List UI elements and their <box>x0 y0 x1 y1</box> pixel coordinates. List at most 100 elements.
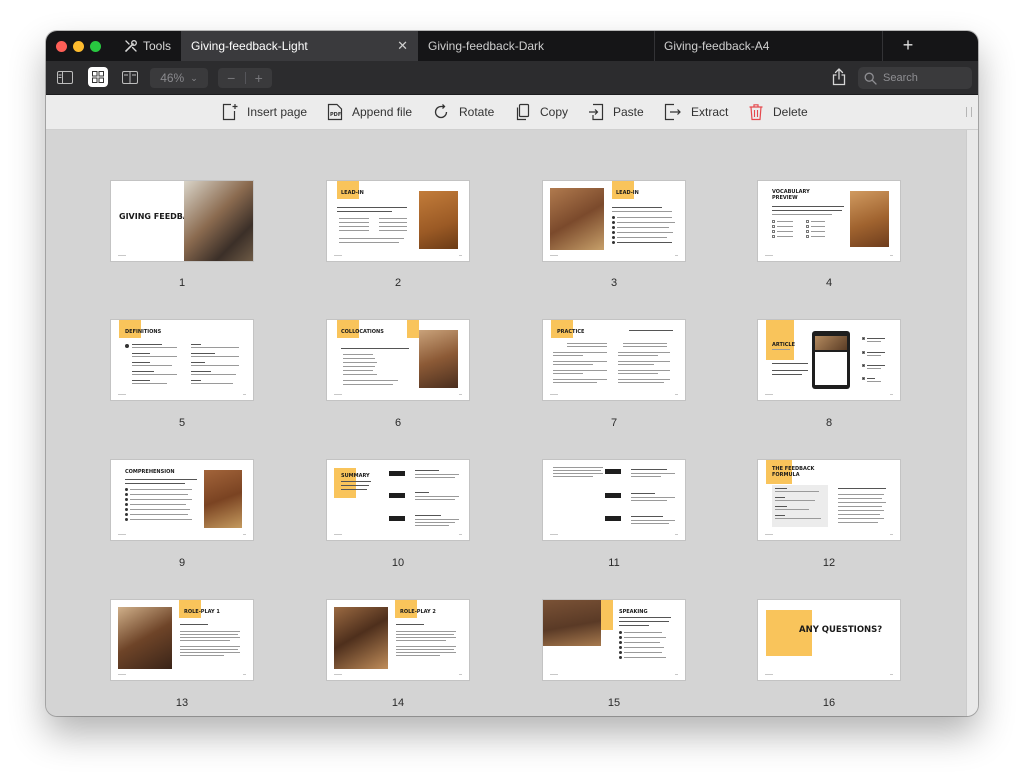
paste-button[interactable]: Paste <box>588 95 644 129</box>
zoom-out-button[interactable]: − <box>218 70 245 86</box>
slide-title: PRACTICE <box>557 329 585 335</box>
slide-title: LEAD-IN <box>341 190 364 196</box>
insert-page-icon <box>222 103 238 121</box>
page-number: 5 <box>178 417 186 429</box>
page-thumbnail[interactable]: THE FEEDBACK FORMULA <box>758 460 900 540</box>
search-input[interactable]: Search <box>858 67 972 89</box>
grid-view-icon[interactable] <box>88 67 108 87</box>
slide-photo <box>334 607 388 669</box>
extract-label: Extract <box>691 105 729 119</box>
page-number: 6 <box>394 417 402 429</box>
slide-photo <box>118 607 172 669</box>
zoom-select[interactable]: 46% ⌄ <box>150 68 208 88</box>
slide-title: ROLE-PLAY 2 <box>400 609 436 615</box>
slide-title: SUMMARY <box>341 473 370 479</box>
rotate-label: Rotate <box>459 105 495 119</box>
page-number: 1 <box>178 277 186 289</box>
rotate-button[interactable]: Rotate <box>432 95 494 129</box>
append-file-button[interactable]: PDF Append file <box>327 95 412 129</box>
page-thumbnail[interactable]: ROLE-PLAY 2 <box>327 600 469 680</box>
delete-button[interactable]: Delete <box>748 95 808 129</box>
copy-label: Copy <box>540 105 569 119</box>
slide-title: THE FEEDBACK FORMULA <box>772 466 815 478</box>
insert-page-button[interactable]: Insert page <box>222 95 307 129</box>
page-thumbnail[interactable]: ARTICLE <box>758 320 900 400</box>
svg-text:PDF: PDF <box>330 112 341 118</box>
append-pdf-icon: PDF <box>327 103 343 121</box>
tab-giving-feedback-light[interactable]: Giving-feedback-Light ✕ <box>181 31 418 61</box>
slide-title: LEAD-IN <box>616 190 639 196</box>
page-thumbnail[interactable] <box>543 460 685 540</box>
tools-label: Tools <box>143 39 172 53</box>
copy-icon <box>516 103 530 121</box>
tools-icon <box>125 40 137 52</box>
tab-giving-feedback-a4[interactable]: Giving-feedback-A4 <box>654 31 882 61</box>
page-thumbnail[interactable]: ANY QUESTIONS? <box>758 600 900 680</box>
slide-photo <box>550 188 604 250</box>
sidebar-icon[interactable] <box>55 67 75 87</box>
page-actions-bar: Insert page PDF Append file Rotate Copy … <box>46 95 978 130</box>
slide-title: COLLOCATIONS <box>341 329 384 335</box>
extract-icon <box>664 103 681 121</box>
tab-label: Giving-feedback-Dark <box>428 39 545 53</box>
chevron-down-icon: ⌄ <box>190 72 198 83</box>
share-icon[interactable] <box>832 68 848 88</box>
slide-title: ANY QUESTIONS? <box>799 625 883 635</box>
page-number: 8 <box>825 417 833 429</box>
page-number: 11 <box>608 557 620 569</box>
page-number: 4 <box>825 277 833 289</box>
slide-photo <box>184 181 253 261</box>
tools-button[interactable]: Tools <box>124 31 171 61</box>
page-thumbnail[interactable]: COLLOCATIONS <box>327 320 469 400</box>
page-number: 7 <box>610 417 618 429</box>
page-number: 14 <box>391 697 405 709</box>
tab-giving-feedback-dark[interactable]: Giving-feedback-Dark <box>418 31 654 61</box>
page-thumbnail[interactable]: PRACTICE <box>543 320 685 400</box>
page-number: 2 <box>394 277 402 289</box>
slide-title: ROLE-PLAY 1 <box>184 609 220 615</box>
page-number: 15 <box>607 697 621 709</box>
view-toolbar: 46% ⌄ − + Search <box>46 61 978 95</box>
page-view-icon[interactable] <box>120 67 140 87</box>
close-icon[interactable]: ✕ <box>397 39 408 53</box>
tab-label: Giving-feedback-A4 <box>664 39 770 53</box>
window-minimize-button[interactable] <box>73 41 84 52</box>
page-thumbnail[interactable]: DEFINITIONS <box>111 320 253 400</box>
paste-label: Paste <box>613 105 644 119</box>
page-number: 10 <box>391 557 405 569</box>
page-number: 16 <box>822 697 836 709</box>
page-thumbnail[interactable]: GIVING FEEDBACK <box>111 181 253 261</box>
slide-photo <box>419 330 458 388</box>
page-thumbnail[interactable]: SPEAKING <box>543 600 685 680</box>
trash-icon <box>749 104 763 121</box>
tab-label: Giving-feedback-Light <box>191 39 308 53</box>
zoom-in-button[interactable]: + <box>246 70 273 86</box>
page-thumbnail[interactable]: LEAD-IN <box>543 181 685 261</box>
page-thumbnail[interactable]: COMPREHENSION <box>111 460 253 540</box>
page-number: 3 <box>610 277 618 289</box>
page-thumbnail[interactable]: ROLE-PLAY 1 <box>111 600 253 680</box>
slide-title: DEFINITIONS <box>125 329 162 335</box>
window-close-button[interactable] <box>56 41 67 52</box>
page-thumbnail[interactable]: VOCABULARY PREVIEW <box>758 181 900 261</box>
slide-title: VOCABULARY PREVIEW <box>772 189 810 201</box>
slide-photo <box>419 191 458 249</box>
page-number: 9 <box>178 557 186 569</box>
plus-icon[interactable]: + <box>898 35 918 55</box>
slide-photo <box>543 600 601 646</box>
page-thumbnail[interactable]: SUMMARY <box>327 460 469 540</box>
tab-divider <box>882 31 883 61</box>
vertical-scrollbar[interactable] <box>966 130 978 716</box>
zoom-stepper: − + <box>218 68 272 88</box>
page-number: 13 <box>175 697 189 709</box>
copy-button[interactable]: Copy <box>515 95 568 129</box>
extract-button[interactable]: Extract <box>664 95 728 129</box>
rotate-icon <box>434 104 448 119</box>
page-thumbnail-grid: GIVING FEEDBACK 1 LEAD-IN 2 LEAD-IN 3 VO… <box>46 130 966 716</box>
window-maximize-button[interactable] <box>90 41 101 52</box>
drag-handle-icon[interactable] <box>966 107 972 117</box>
insert-page-label: Insert page <box>247 105 308 119</box>
app-window: Tools Giving-feedback-Light ✕ Giving-fee… <box>46 31 978 716</box>
slide-title: ARTICLE <box>772 342 796 348</box>
page-thumbnail[interactable]: LEAD-IN <box>327 181 469 261</box>
